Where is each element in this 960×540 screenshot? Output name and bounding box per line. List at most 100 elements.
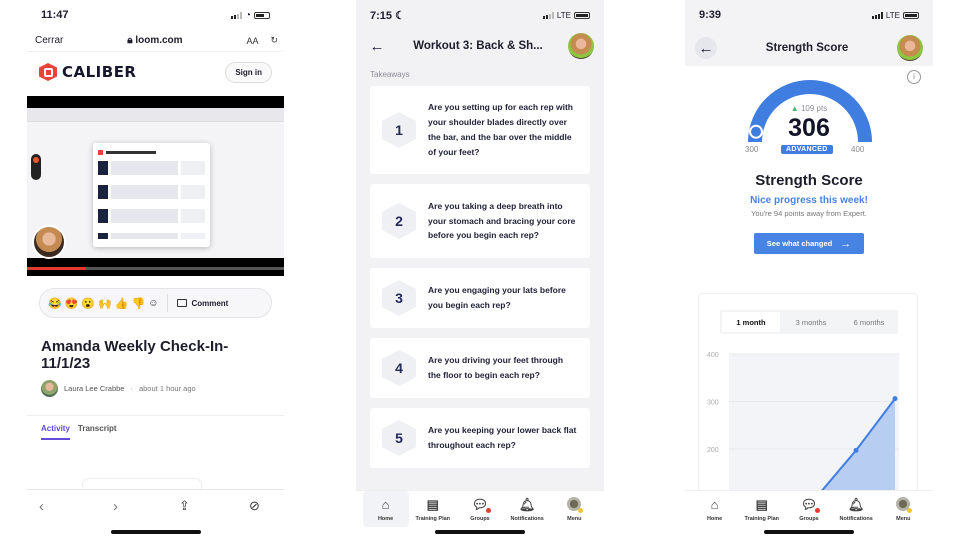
score-history-card: 1 month 3 months 6 months 100200300400 xyxy=(698,293,918,494)
wifi-icon: ◔ xyxy=(244,9,251,21)
takeaway-text: Are you taking a deep breath into your s… xyxy=(428,200,576,241)
level-badge: ADVANCED xyxy=(781,145,833,154)
close-button[interactable]: Cerrar xyxy=(35,35,63,46)
sign-in-button[interactable]: Sign in xyxy=(225,61,272,83)
score-heading: Strength Score xyxy=(755,172,863,189)
tab-transcript[interactable]: Transcript xyxy=(78,424,117,440)
add-reaction-icon[interactable]: ☺ xyxy=(148,298,158,309)
score-gauge: i ▲ 109 pts 306 300 ADVANCED 400 xyxy=(685,66,933,166)
share-icon[interactable]: ⇪ xyxy=(179,498,190,514)
network-type: LTE xyxy=(885,10,900,20)
takeaway-text: Are you keeping your lower back flat thr… xyxy=(428,425,577,450)
takeaway-card: 1 Are you setting up for each rep with y… xyxy=(370,86,590,174)
back-arrow-icon[interactable]: ← xyxy=(366,35,388,57)
reaction-thumbs-up[interactable]: 👍 xyxy=(115,297,129,310)
reaction-raised-hands[interactable]: 🙌 xyxy=(98,297,112,310)
reaction-laugh[interactable]: 😂 xyxy=(48,297,62,310)
back-chevron-icon[interactable]: ‹ xyxy=(39,498,44,515)
info-icon[interactable]: i xyxy=(907,70,921,84)
home-indicator xyxy=(110,530,201,534)
takeaway-number: 3 xyxy=(382,280,416,316)
reaction-heart-eyes[interactable]: 😍 xyxy=(65,297,79,310)
posted-time: about 1 hour ago xyxy=(138,384,196,393)
caliber-logo[interactable]: CALIBER xyxy=(39,63,137,81)
app-header: ← Strength Score xyxy=(685,30,933,66)
video-frame xyxy=(27,108,284,259)
tab-groups[interactable]: 💬︎ Groups xyxy=(457,491,503,527)
up-triangle-icon: ▲ xyxy=(790,104,799,113)
takeaway-card: 3 Are you engaging your lats before you … xyxy=(370,268,590,328)
bell-icon: 🔔︎ xyxy=(847,497,865,512)
score-chart: 100200300400 xyxy=(707,352,899,494)
bell-icon: 🔔︎ xyxy=(518,497,536,512)
score-delta: 109 pts xyxy=(800,104,828,113)
range-1-month[interactable]: 1 month xyxy=(722,312,780,332)
comment-icon xyxy=(177,299,188,307)
back-arrow-icon[interactable]: ← xyxy=(695,37,717,59)
network-type: LTE xyxy=(556,10,571,20)
reaction-wow[interactable]: 😮 xyxy=(81,297,95,310)
range-3-months[interactable]: 3 months xyxy=(782,310,840,334)
tab-activity[interactable]: Activity xyxy=(41,424,70,440)
author-name[interactable]: Laura Lee Crabbe xyxy=(64,384,124,393)
status-time: 7:15 xyxy=(370,9,393,22)
recording-controls[interactable] xyxy=(31,154,41,180)
battery-icon xyxy=(903,11,919,19)
range-6-months[interactable]: 6 months xyxy=(840,310,898,334)
arrow-right-icon: → xyxy=(840,237,852,250)
see-what-changed-button[interactable]: See what changed → xyxy=(754,233,864,254)
tab-notifications[interactable]: 🔔︎ Notifications xyxy=(504,491,550,527)
lock-icon: 🔒︎ xyxy=(127,35,133,46)
user-avatar[interactable] xyxy=(568,33,594,59)
activity-tabs: Activity Transcript xyxy=(41,424,270,440)
reload-icon[interactable]: ↻ xyxy=(270,35,278,46)
user-avatar[interactable] xyxy=(897,35,923,61)
takeaway-card: 4 Are you driving your feet through the … xyxy=(370,338,590,398)
video-player[interactable] xyxy=(27,96,284,276)
clipboard-icon: ▤ xyxy=(426,497,439,512)
app-header: ← Workout 3: Back & Sh... xyxy=(356,30,604,62)
compass-icon[interactable]: ⊘ xyxy=(249,498,260,514)
video-progress-fill xyxy=(27,267,87,270)
home-indicator xyxy=(435,530,525,534)
status-bar: 11:47 ◔ xyxy=(27,0,284,30)
video-title: Amanda Weekly Check-In-11/1/23 xyxy=(41,338,229,372)
moon-icon: ☾ xyxy=(395,9,405,22)
home-icon: ⌂ xyxy=(710,497,719,512)
takeaway-text: Are you driving your feet through the fl… xyxy=(428,355,564,380)
text-size-button[interactable]: AA xyxy=(246,36,258,46)
status-bar: 7:15 ☾ LTE xyxy=(356,0,604,30)
score-value: 306 xyxy=(788,114,830,142)
tab-home[interactable]: ⌂ Home xyxy=(362,491,409,527)
y-tick-label: 300 xyxy=(707,400,719,407)
phone-workout-takeaways: 7:15 ☾ LTE ← Workout 3: Back & Sh... Tak… xyxy=(356,0,604,540)
unread-badge xyxy=(486,508,492,513)
page-title: Strength Score xyxy=(765,42,849,54)
bottom-tab-bar: ⌂ Home ▤ Training Plan 💬︎ Groups 🔔︎ Notifica… xyxy=(356,490,604,540)
tab-menu[interactable]: Menu xyxy=(551,491,597,527)
comment-button[interactable]: Comment xyxy=(177,299,228,308)
safari-bottom-bar: ‹ › ⇪ ⊘ xyxy=(27,489,284,540)
phone-strength-score: 9:39 LTE ← Strength Score i ▲ 109 pts 30… xyxy=(685,0,933,540)
takeaway-card: 2 Are you taking a deep breath into your… xyxy=(370,184,590,258)
range-selector: 1 month 3 months 6 months xyxy=(720,310,898,334)
caliber-logo-icon xyxy=(39,63,57,81)
section-label: Takeaways xyxy=(370,70,410,79)
status-bar: 9:39 LTE xyxy=(685,0,933,30)
url-display[interactable]: 🔒︎ loom.com xyxy=(127,35,182,46)
tab-training-plan[interactable]: ▤ Training Plan xyxy=(410,491,456,527)
tab-groups[interactable]: 💬︎ Groups xyxy=(786,491,832,527)
tab-training-plan[interactable]: ▤ Training Plan xyxy=(739,491,785,527)
signal-icon xyxy=(230,11,242,19)
tab-notifications[interactable]: 🔔︎ Notifications xyxy=(833,491,879,527)
page-title: Workout 3: Back & Sh... xyxy=(413,40,543,52)
takeaway-text: Are you setting up for each rep with you… xyxy=(428,102,573,157)
tab-menu[interactable]: Menu xyxy=(880,491,926,527)
clipboard-icon: ▤ xyxy=(755,497,768,512)
tab-home[interactable]: ⌂ Home xyxy=(692,491,738,527)
reaction-thumbs-down[interactable]: 👎 xyxy=(132,297,146,310)
forward-chevron-icon[interactable]: › xyxy=(113,498,118,515)
video-progress-bar[interactable] xyxy=(27,267,284,270)
chat-icon: 💬︎ xyxy=(472,497,492,513)
y-tick-label: 400 xyxy=(707,352,719,359)
